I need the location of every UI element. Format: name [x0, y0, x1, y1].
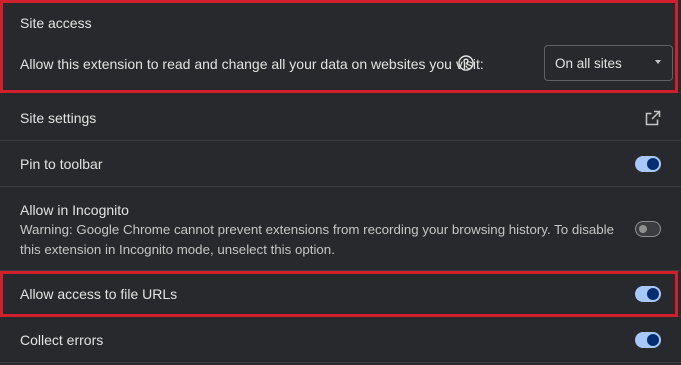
file-urls-toggle[interactable] — [635, 286, 661, 302]
extension-details-panel: Site access Allow this extension to read… — [0, 0, 681, 365]
collect-errors-toggle[interactable] — [635, 332, 661, 348]
open-in-new-icon[interactable] — [645, 110, 661, 126]
site-settings-label: Site settings — [20, 110, 97, 126]
pin-to-toolbar-toggle[interactable] — [635, 156, 661, 172]
incognito-label: Allow in Incognito — [20, 202, 129, 218]
toggle-knob — [639, 225, 647, 233]
site-access-description: Allow this extension to read and change … — [20, 56, 484, 72]
incognito-row: Allow in Incognito Warning: Google Chrom… — [0, 187, 681, 271]
site-access-select-value: On all sites — [555, 56, 622, 71]
incognito-toggle[interactable] — [635, 221, 661, 237]
site-settings-row[interactable]: Site settings — [0, 95, 681, 141]
file-urls-label: Allow access to file URLs — [20, 286, 178, 302]
pin-to-toolbar-label: Pin to toolbar — [20, 156, 103, 172]
site-access-select[interactable]: On all sites — [544, 45, 673, 81]
chevron-down-icon — [655, 60, 661, 64]
collect-errors-row: Collect errors — [0, 317, 681, 363]
collect-errors-label: Collect errors — [20, 332, 104, 348]
site-access-section: Site access Allow this extension to read… — [0, 0, 681, 93]
toggle-knob — [647, 288, 659, 300]
file-urls-row: Allow access to file URLs — [0, 271, 681, 317]
toggle-knob — [647, 158, 659, 170]
site-access-heading: Site access — [20, 15, 92, 31]
help-icon[interactable] — [458, 55, 474, 71]
incognito-warning: Warning: Google Chrome cannot prevent ex… — [20, 222, 614, 257]
toggle-knob — [647, 334, 659, 346]
pin-to-toolbar-row: Pin to toolbar — [0, 141, 681, 187]
